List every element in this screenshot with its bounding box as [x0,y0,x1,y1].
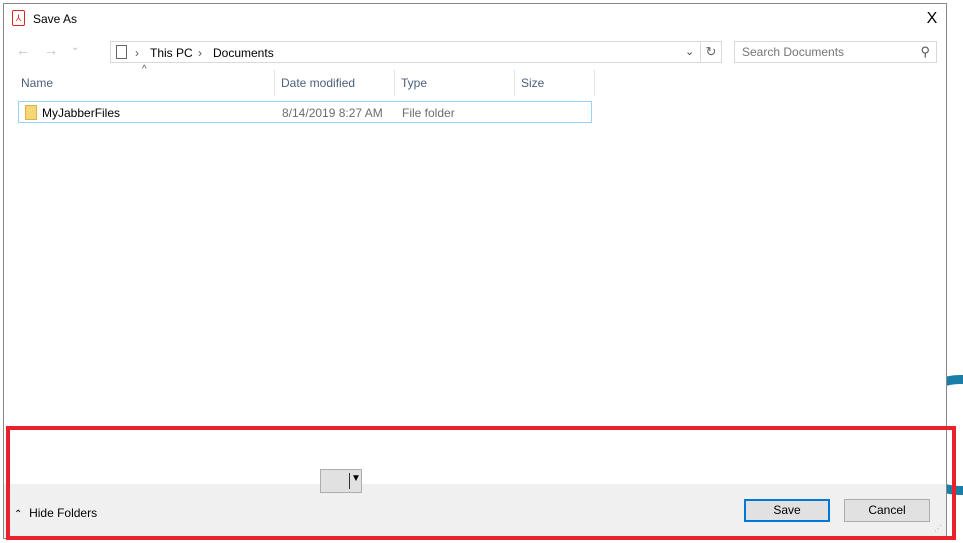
breadcrumb-documents[interactable]: Documents [213,46,274,60]
file-row[interactable]: MyJabberFiles 8/14/2019 8:27 AM File fol… [18,101,592,123]
column-header-name[interactable]: Name [15,70,275,96]
chevron-down-icon[interactable]: ⌄ [685,45,694,58]
column-header-type[interactable]: Type [395,70,515,96]
folder-icon [25,105,37,120]
search-box: ⚲ [734,41,937,63]
breadcrumb-this-pc[interactable]: This PC [150,46,193,60]
breadcrumb-separator: › [135,46,139,60]
column-header-size[interactable]: Size [515,70,595,96]
refresh-button[interactable]: ↻ [701,41,722,63]
file-date: 8/14/2019 8:27 AM [282,106,383,120]
back-arrow-icon[interactable]: ← [16,42,30,58]
pdf-app-icon: ⅄ [12,10,25,26]
documents-icon [116,45,127,59]
address-bar[interactable]: › This PC › Documents ⌄ [110,41,701,63]
highlight-annotation-box [6,426,956,540]
dialog-title: Save As [33,12,78,26]
column-header-date-modified[interactable]: Date modified [275,70,395,96]
file-name: MyJabberFiles [42,106,121,120]
file-type: File folder [402,106,455,120]
recent-locations-chevron-icon[interactable]: ⌄ [71,42,79,53]
forward-arrow-icon[interactable]: → [44,42,58,58]
search-icon[interactable]: ⚲ [920,44,930,60]
title-bar: ⅄ Save As X [4,4,946,34]
close-button[interactable]: X [920,8,944,30]
search-input[interactable] [735,42,905,62]
breadcrumb-separator: › [198,46,202,60]
